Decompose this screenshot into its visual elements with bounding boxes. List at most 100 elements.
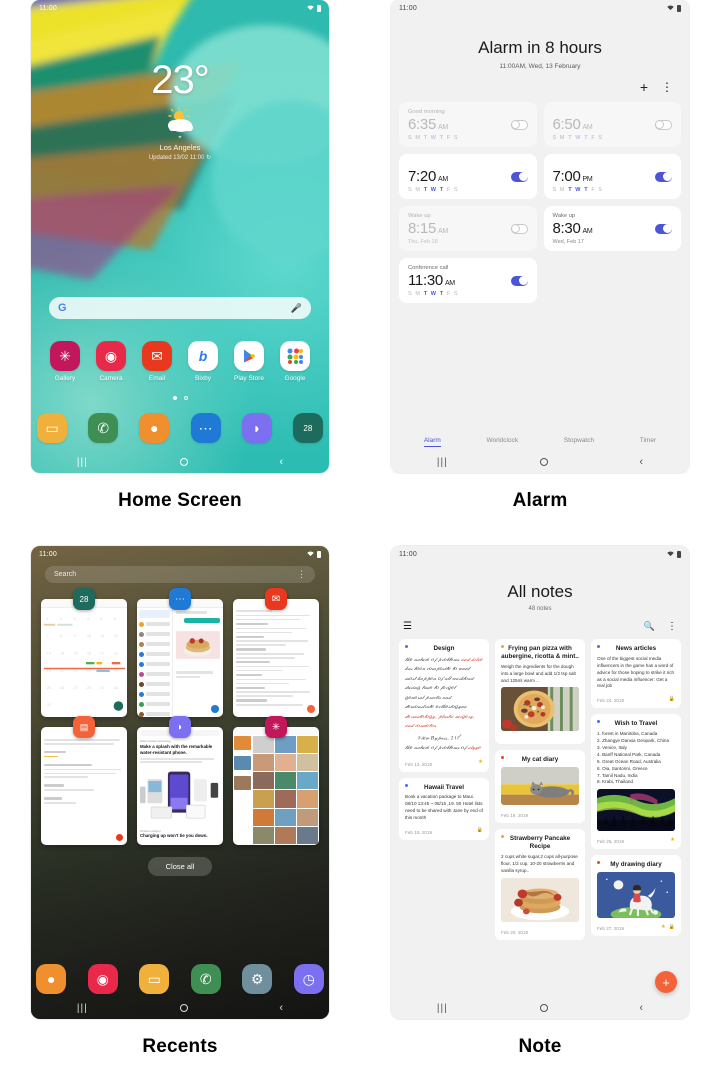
star-icon[interactable]: ★ bbox=[478, 759, 483, 765]
alarm-toggle[interactable] bbox=[510, 223, 528, 234]
panel-alarm: 11:00 Alarm in 8 hours 11:00AM, Wed, 13 … bbox=[360, 0, 720, 546]
settings-icon[interactable]: ⚙ bbox=[242, 964, 273, 994]
my-files-icon[interactable]: ▭ bbox=[37, 413, 68, 443]
star-icon[interactable]: ★ bbox=[661, 924, 666, 930]
phone-icon[interactable]: ✆ bbox=[88, 413, 119, 443]
note-footer: Feb 19, 2019 bbox=[501, 809, 579, 818]
web-footline: Charging up won't tie you down. bbox=[140, 832, 208, 838]
note-card-my-cat-diary[interactable]: My cat diary Feb 19, 2019 bbox=[495, 750, 585, 824]
more-options-icon[interactable]: ⋮ bbox=[661, 81, 673, 93]
hamburger-menu-icon[interactable]: ☰ bbox=[403, 621, 412, 632]
alarm-card[interactable]: Wake up 8:15 AM Thu, Feb 18 bbox=[399, 206, 537, 251]
home-icon[interactable] bbox=[539, 458, 548, 466]
close-all-button[interactable]: Close all bbox=[147, 857, 213, 876]
messages-icon[interactable]: ⋯ bbox=[190, 413, 221, 443]
recents-icon[interactable]: ||| bbox=[77, 457, 88, 468]
alarm-card[interactable]: 7:00 PM S M T W T F S bbox=[543, 154, 681, 199]
note-image-aurora bbox=[597, 789, 675, 832]
plus-icon[interactable]: + bbox=[640, 80, 648, 94]
note-card-frying-pan-pizza[interactable]: Frying pan pizza with aubergine, ricotta… bbox=[495, 639, 585, 745]
app-camera[interactable]: ◉ Camera bbox=[93, 341, 130, 382]
recents-card-gallery[interactable]: ✳ bbox=[233, 716, 319, 845]
back-icon[interactable]: ‹ bbox=[639, 456, 643, 468]
contacts-icon[interactable]: ● bbox=[36, 964, 67, 994]
alarm-card[interactable]: Conference call 11:30 AM S M T W T F S bbox=[399, 258, 537, 303]
clock-icon[interactable]: ◷ bbox=[293, 964, 324, 994]
more-options-icon[interactable]: ⋮ bbox=[297, 569, 306, 580]
home-icon[interactable] bbox=[179, 1004, 188, 1012]
star-icon[interactable]: ★ bbox=[670, 837, 675, 843]
weather-widget[interactable]: 23° ⌖ Los Angeles Updated 13/02 11:00 ↻ bbox=[31, 58, 329, 161]
list-item: 3. Venice, Italy bbox=[597, 744, 627, 750]
svg-text:17: 17 bbox=[100, 651, 104, 655]
recents-search-bar[interactable]: Search ⋮ bbox=[45, 566, 315, 583]
more-options-icon[interactable]: ⋮ bbox=[667, 621, 677, 632]
recents-thumbnail bbox=[233, 599, 319, 717]
recents-card-messages[interactable]: ⋯ bbox=[137, 588, 223, 717]
back-icon[interactable]: ‹ bbox=[279, 456, 283, 468]
calendar-icon[interactable]: 28 bbox=[292, 413, 323, 443]
recents-icon[interactable]: ||| bbox=[77, 1003, 88, 1014]
alarm-toggle[interactable] bbox=[655, 171, 672, 182]
alarm-card[interactable]: Wake up 8:30 AM Wed, Feb 17 bbox=[543, 206, 681, 251]
note-title: Hawaii Travel bbox=[424, 783, 464, 791]
tab-timer[interactable]: Timer bbox=[640, 437, 656, 447]
app-email[interactable]: ✉ Email bbox=[139, 341, 176, 382]
note-image-cat bbox=[501, 767, 579, 806]
recents-card-notes[interactable]: ▤ bbox=[41, 716, 127, 845]
svg-text:27: 27 bbox=[73, 686, 77, 690]
contacts-icon[interactable]: ● bbox=[139, 413, 170, 443]
note-handwriting: 𝓉𝒽𝑒 𝓃𝒶𝓉𝓊𝓇𝑒 𝑜𝒻 𝓅𝓇𝑜𝒷𝓁𝑒𝓂𝓈 𝒶𝓃𝒹 𝓈𝑜𝓁𝓋𝑒 𝒽𝒶𝓈 𝒷𝑒𝑒… bbox=[405, 656, 483, 752]
alarm-toggle[interactable] bbox=[510, 275, 528, 286]
note-card-strawberry-pancake[interactable]: Strawberry Pancake Recipe 2 cups white s… bbox=[495, 829, 585, 940]
tab-worldclock[interactable]: Worldclock bbox=[486, 437, 518, 447]
note-title: My cat diary bbox=[521, 756, 559, 764]
note-card-news-articles[interactable]: News articles One of the biggest social … bbox=[591, 639, 681, 709]
tab-stopwatch[interactable]: Stopwatch bbox=[564, 437, 594, 447]
internet-icon: ◗ bbox=[169, 716, 191, 738]
camera-icon[interactable]: ◉ bbox=[87, 964, 118, 994]
page-indicator bbox=[31, 396, 329, 400]
list-item: 5. Great Ocean Road, Australia bbox=[597, 758, 661, 764]
recents-icon[interactable]: ||| bbox=[437, 1003, 448, 1014]
add-note-button[interactable]: + bbox=[655, 971, 677, 993]
phone-icon[interactable]: ✆ bbox=[190, 964, 221, 994]
recents-card-internet[interactable]: ◗ Water-resistant technology Make a spla… bbox=[137, 716, 223, 845]
list-item: 7. Tamil Nadu, India bbox=[597, 772, 638, 778]
app-gallery[interactable]: ✳ Gallery bbox=[47, 341, 84, 382]
alarm-toggle[interactable] bbox=[510, 119, 528, 130]
internet-icon[interactable]: ◗ bbox=[241, 413, 272, 443]
google-search-bar[interactable]: G 🎤 bbox=[49, 297, 311, 319]
recents-card-calendar[interactable]: 28 123456 7 8 9 10 11 12 13 14 15 16 17 18 19 20 21 2… bbox=[41, 588, 127, 717]
note-footer: Feb 26, 2019 ★ bbox=[597, 835, 675, 845]
refresh-icon[interactable]: ↻ bbox=[206, 155, 211, 161]
home-icon[interactable] bbox=[539, 1004, 548, 1012]
app-bixby[interactable]: b Bixby bbox=[185, 341, 222, 382]
home-icon[interactable] bbox=[179, 458, 188, 466]
note-card-hawaii-travel[interactable]: Hawaii Travel Book a vacation package to… bbox=[399, 777, 489, 840]
search-icon[interactable]: 🔍 bbox=[644, 621, 655, 632]
app-play-store[interactable]: Play Store bbox=[231, 341, 268, 382]
recents-card-email[interactable]: ✉ bbox=[233, 588, 319, 717]
alarm-toggle[interactable] bbox=[510, 171, 528, 182]
alarm-card[interactable]: Good morning 6:35 AM S M T W T F S bbox=[399, 102, 537, 147]
lock-icon: 🔒 bbox=[668, 923, 675, 930]
partly-sunny-icon bbox=[160, 106, 200, 133]
tab-alarm[interactable]: Alarm bbox=[423, 437, 441, 447]
note-card-my-drawing-diary[interactable]: My drawing diary Feb 27, 2019 ★ 🔒 bbox=[591, 855, 681, 937]
alarm-toggle[interactable] bbox=[655, 223, 672, 234]
microphone-icon[interactable]: 🎤 bbox=[291, 303, 302, 314]
alarm-toggle[interactable] bbox=[655, 119, 672, 130]
page-dot[interactable] bbox=[183, 396, 188, 400]
my-files-icon[interactable]: ▭ bbox=[139, 964, 170, 994]
recents-icon[interactable]: ||| bbox=[437, 457, 448, 468]
back-icon[interactable]: ‹ bbox=[639, 1002, 643, 1014]
note-card-wish-to-travel[interactable]: Wish to Travel 1. forest in Manitoba, Ca… bbox=[591, 714, 681, 850]
alarm-card[interactable]: 7:20 AM S M T W T F S bbox=[399, 154, 537, 199]
alarm-card[interactable]: 6:50 AM S M T W T F S bbox=[543, 102, 681, 147]
note-card-design[interactable]: Design 𝓉𝒽𝑒 𝓃𝒶𝓉𝓊𝓇𝑒 𝑜𝒻 𝓅𝓇𝑜𝒷𝓁𝑒𝓂𝓈 𝒶𝓃𝒹 𝓈𝑜𝓁𝓋𝑒 … bbox=[399, 639, 489, 772]
notes-icon: ▤ bbox=[73, 716, 95, 738]
page-dot-active[interactable] bbox=[172, 396, 177, 400]
app-google-folder[interactable]: Google bbox=[277, 341, 314, 382]
back-icon[interactable]: ‹ bbox=[279, 1002, 283, 1014]
